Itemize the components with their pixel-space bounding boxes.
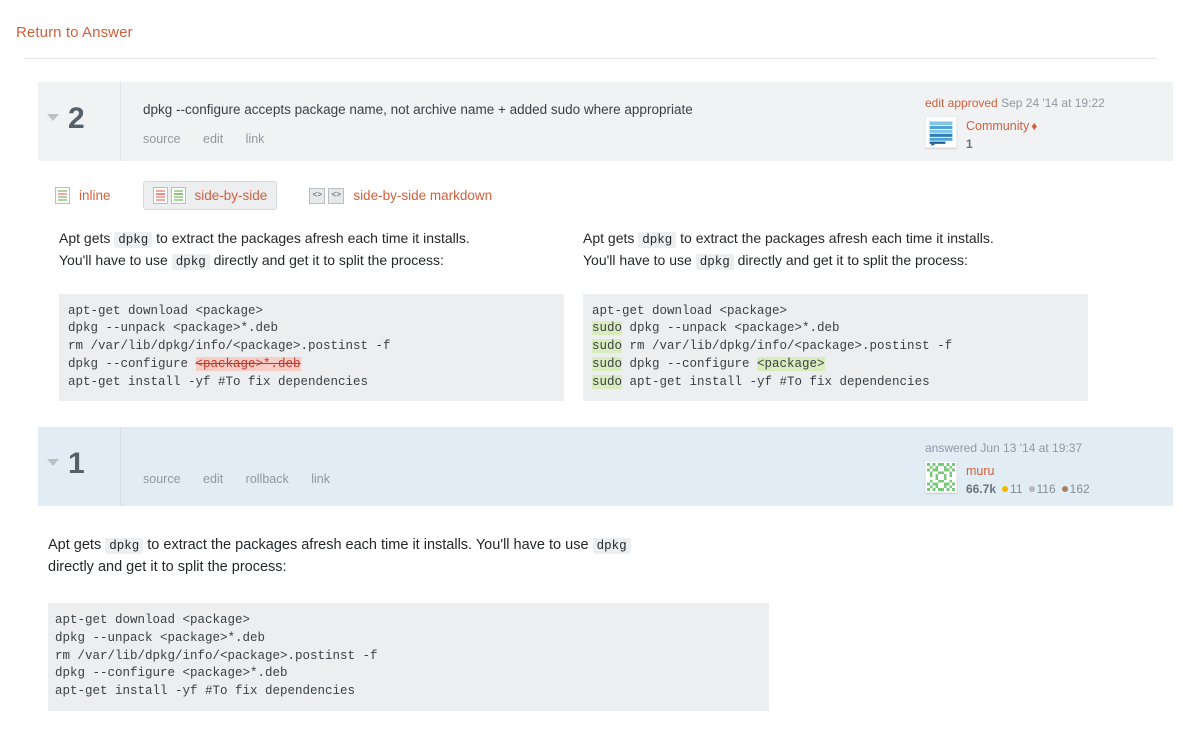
revision-2-edit-link[interactable]: edit [203, 132, 223, 146]
diff-pane-right: Apt gets dpkg to extract the packages af… [583, 228, 1088, 402]
return-to-answer-link[interactable]: Return to Answer [16, 24, 133, 41]
bronze-badge-count[interactable]: 162 [1070, 482, 1090, 496]
left-code-line-3: rm /var/lib/dpkg/info/<package>.postinst… [68, 339, 391, 353]
right-code-add-5: sudo [592, 374, 623, 389]
answer-code-dpkg-2: dpkg [592, 538, 631, 554]
revision-1-header: 1 source edit rollback link answered Jun… [38, 427, 1173, 506]
diff-pane-left: Apt gets dpkg to extract the packages af… [59, 228, 564, 402]
revision-1-body: source edit rollback link [121, 427, 913, 506]
diff-right-paragraph: Apt gets dpkg to extract the packages af… [583, 228, 1088, 272]
revision-2-source-link[interactable]: source [143, 132, 181, 146]
left-code-line-2: dpkg --unpack <package>*.deb [68, 321, 279, 336]
revision-1: 1 source edit rollback link answered Jun… [38, 427, 1173, 506]
revision-2-number: 2 [68, 102, 85, 135]
tab-side-by-side-markdown-label: side-by-side markdown [353, 188, 493, 203]
answer-code-block: apt-get download <package> dpkg --unpack… [48, 603, 769, 711]
revision-2-link-link[interactable]: link [246, 132, 265, 146]
revision-1-collapse-toggle[interactable] [38, 427, 68, 506]
answer-text-a: Apt gets [48, 537, 106, 553]
inline-diff-icon [55, 187, 70, 204]
right-p1a: Apt gets [583, 230, 639, 246]
right-code-line-1: apt-get download <package> [592, 303, 788, 318]
right-code-line-5: apt-get install -yf #To fix dependencies [622, 374, 930, 389]
answer-body: Apt gets dpkg to extract the packages af… [48, 534, 808, 711]
revision-1-action-line: answered Jun 13 '14 at 19:37 [925, 440, 1165, 456]
gold-badge-icon [1002, 486, 1009, 493]
silver-badge-icon [1028, 486, 1035, 493]
revision-2-comment: dpkg --configure accepts package name, n… [143, 102, 693, 117]
left-p2a: You'll have to use [59, 251, 172, 268]
revision-1-edit-link[interactable]: edit [203, 472, 223, 486]
silver-badge-count[interactable]: 116 [1037, 482, 1056, 496]
tab-inline[interactable]: inline [45, 181, 121, 210]
chevron-down-icon[interactable] [47, 459, 59, 466]
revision-2-collapse-toggle[interactable] [38, 82, 68, 161]
left-p1a: Apt gets [59, 230, 115, 246]
right-code-line-2: dpkg --unpack <package>*.deb [622, 321, 840, 336]
answer-paragraph: Apt gets dpkg to extract the packages af… [48, 534, 808, 578]
left-code-line-1: apt-get download <package> [68, 303, 264, 318]
tab-side-by-side-label: side-by-side [194, 188, 268, 203]
revision-1-source-link[interactable]: source [143, 472, 181, 486]
right-code-dpkg-1: dpkg [638, 232, 677, 248]
tab-inline-label: inline [79, 188, 111, 203]
muru-identicon-avatar-icon[interactable] [925, 461, 957, 494]
revision-1-reputation: 66.7k [966, 481, 997, 496]
revision-2-body: dpkg --configure accepts package name, n… [121, 82, 913, 161]
bronze-badge-icon [1061, 486, 1068, 493]
revision-1-user-card: answered Jun 13 '14 at 19:37 muru 66.7k … [913, 427, 1173, 506]
left-code-line-5: apt-get install -yf #To fix dependencies [68, 374, 369, 389]
revision-1-rollback-link[interactable]: rollback [246, 472, 289, 486]
diff-left-paragraph: Apt gets dpkg to extract the packages af… [59, 228, 564, 272]
answer-text-b: to extract the packages afresh each time… [143, 537, 593, 553]
revision-2-action-line: edit approved Sep 24 '14 at 19:22 [925, 95, 1165, 111]
chevron-down-icon[interactable] [47, 114, 59, 121]
left-code-dpkg-1: dpkg [114, 232, 153, 248]
tab-side-by-side[interactable]: side-by-side [142, 181, 278, 210]
revision-1-number: 1 [68, 447, 85, 480]
diff-left-code-block: apt-get download <package> dpkg --unpack… [59, 293, 564, 402]
edit-approved-label: edit approved [925, 96, 998, 110]
diff-right-code-block: apt-get download <package> sudo dpkg --u… [583, 293, 1088, 402]
top-divider [24, 58, 1157, 59]
right-code-add-3: sudo [592, 339, 623, 353]
revision-2-actions: source edit link [143, 132, 899, 146]
answer-code-dpkg-1: dpkg [105, 538, 144, 554]
revision-2-reputation: 1 [966, 136, 973, 151]
right-code-line-4: dpkg --configure [622, 356, 758, 371]
revision-2-header: 2 dpkg --configure accepts package name,… [38, 82, 1173, 161]
moderator-diamond-icon: ♦ [1031, 119, 1038, 134]
revision-2: 2 dpkg --configure accepts package name,… [38, 82, 1173, 161]
right-p2a: You'll have to use [583, 251, 696, 268]
diff-panes: Apt gets dpkg to extract the packages af… [0, 228, 1181, 402]
revision-1-timestamp: Jun 13 '14 at 19:37 [980, 441, 1083, 455]
right-code-add-4b: <package> [757, 356, 825, 371]
right-p1b: to extract the packages afresh each time… [676, 230, 994, 246]
revision-2-user-card: edit approved Sep 24 '14 at 19:22 Commun… [913, 82, 1173, 161]
revision-1-actions: source edit rollback link [143, 472, 899, 486]
right-code-line-3: rm /var/lib/dpkg/info/<package>.postinst… [622, 339, 953, 353]
answered-label: answered [925, 441, 978, 455]
revision-2-username-link[interactable]: Community [966, 119, 1029, 133]
right-code-add-2: sudo [592, 321, 623, 336]
revision-2-timestamp: Sep 24 '14 at 19:22 [1001, 96, 1105, 110]
tab-side-by-side-markdown[interactable]: <> <> side-by-side markdown [299, 182, 502, 210]
answer-text-c: directly and get it to split the process… [48, 559, 287, 576]
community-bot-avatar-icon[interactable] [925, 116, 957, 149]
revision-1-username-link[interactable]: muru [966, 464, 994, 478]
right-code-add-4: sudo [592, 356, 623, 371]
left-code-line-4-pre: dpkg --configure [68, 356, 196, 371]
side-by-side-diff-icon [152, 187, 186, 204]
revision-history-page: Return to Answer 2 dpkg --configure acce… [0, 0, 1181, 747]
left-code-deletion: <package>*.deb [195, 356, 301, 371]
left-p1b: to extract the packages afresh each time… [152, 230, 470, 246]
markdown-code-icon: <> <> [309, 187, 345, 204]
right-p2b: directly and get it to split the process… [733, 251, 968, 268]
right-code-dpkg-2: dpkg [695, 253, 734, 270]
gold-badge-count[interactable]: 11 [1010, 482, 1022, 496]
revision-1-link-link[interactable]: link [311, 472, 330, 486]
left-p2b: directly and get it to split the process… [209, 251, 444, 268]
diff-view-tabs: inline side-by-side <> <> side-by-side ma… [45, 181, 524, 210]
left-code-dpkg-2: dpkg [171, 253, 210, 270]
